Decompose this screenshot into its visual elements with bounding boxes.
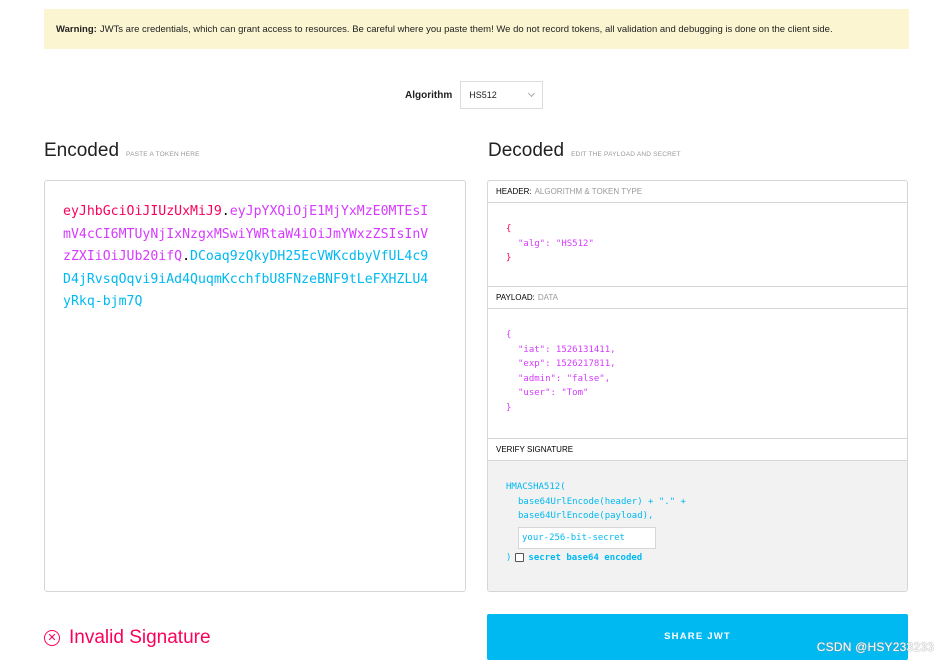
- algorithm-label: Algorithm: [405, 89, 453, 101]
- payload-json-editor[interactable]: { "iat": 1526131411, "exp": 1526217811, …: [488, 309, 907, 439]
- algorithm-row: Algorithm HS512: [405, 81, 544, 109]
- payload-label: PAYLOAD:: [496, 293, 535, 302]
- decoded-subtitle: EDIT THE PAYLOAD AND SECRET: [571, 151, 681, 158]
- secret-base64-checkbox[interactable]: [515, 553, 525, 563]
- payload-section-title: PAYLOAD: DATA: [488, 287, 907, 309]
- chevron-down-icon: [528, 89, 536, 98]
- x-circle-icon: ✕: [44, 630, 60, 646]
- payload-line: "iat": 1526131411,: [518, 344, 616, 355]
- header-alg-line: "alg": "HS512": [518, 238, 594, 249]
- payload-line: "user": "Tom": [518, 388, 589, 398]
- verify-fn: HMACSHA512(: [506, 482, 566, 492]
- warning-text: JWTs are credentials, which can grant ac…: [99, 23, 833, 35]
- payload-label-muted: DATA: [537, 293, 558, 302]
- secret-base64-label: secret base64 encoded: [528, 552, 643, 563]
- token-text: eyJhbGciOiJIUzUxMiJ9.eyJpYXQiOjE1MjYxMzE…: [63, 201, 433, 314]
- payload-close-brace: }: [506, 402, 512, 413]
- header-close-brace: }: [506, 253, 512, 263]
- header-label: HEADER:: [496, 187, 532, 196]
- decoded-heading: Decoded EDIT THE PAYLOAD AND SECRET: [488, 140, 681, 162]
- payload-open-brace: {: [506, 330, 512, 340]
- header-label-muted: ALGORITHM & TOKEN TYPE: [534, 187, 643, 196]
- encoded-heading: Encoded PASTE A TOKEN HERE: [44, 140, 200, 162]
- verify-line-header: base64UrlEncode(header) + "." +: [518, 496, 686, 507]
- warning-banner: Warning: JWTs are credentials, which can…: [44, 9, 909, 49]
- secret-input[interactable]: your-256-bit-secret: [518, 526, 656, 549]
- decoded-panel: HEADER: ALGORITHM & TOKEN TYPE { "alg": …: [487, 180, 908, 592]
- header-section-title: HEADER: ALGORITHM & TOKEN TYPE: [488, 181, 907, 203]
- verify-line-payload: base64UrlEncode(payload),: [518, 511, 654, 521]
- signature-status: ✕ Invalid Signature: [44, 627, 211, 649]
- token-header-part: eyJhbGciOiJIUzUxMiJ9: [63, 204, 222, 219]
- watermark: CSDN @HSY233233: [816, 640, 934, 654]
- base64-check-row: ) secret base64 encoded: [506, 551, 907, 566]
- encoded-subtitle: PASTE A TOKEN HERE: [126, 151, 200, 158]
- verify-close-paren: ): [506, 552, 512, 563]
- token-dot: .: [221, 204, 230, 219]
- warning-bold: Warning:: [56, 23, 97, 35]
- verify-label: VERIFY SIGNATURE: [496, 445, 574, 454]
- header-open-brace: {: [506, 224, 512, 234]
- encoded-token-editor[interactable]: eyJhbGciOiJIUzUxMiJ9.eyJpYXQiOjE1MjYxMzE…: [44, 180, 466, 592]
- token-dot: .: [182, 249, 191, 264]
- header-json-editor[interactable]: { "alg": "HS512" }: [488, 203, 907, 287]
- payload-line: "admin": "false",: [518, 373, 611, 384]
- algorithm-select[interactable]: HS512: [460, 81, 544, 109]
- algorithm-value: HS512: [469, 90, 497, 100]
- verify-section-title: VERIFY SIGNATURE: [488, 439, 907, 461]
- verify-signature-body: HMACSHA512( base64UrlEncode(header) + ".…: [488, 461, 907, 591]
- payload-line: "exp": 1526217811,: [518, 359, 616, 369]
- decoded-title: Decoded: [488, 140, 565, 161]
- signature-status-text: Invalid Signature: [69, 627, 211, 648]
- encoded-title: Encoded: [44, 140, 120, 161]
